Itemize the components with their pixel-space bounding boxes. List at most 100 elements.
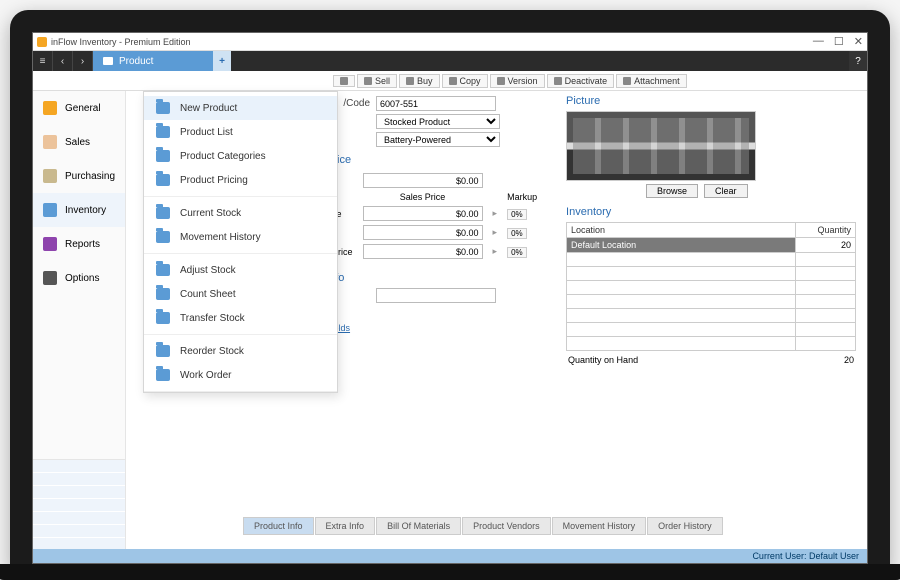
- arrow-icon: ▸: [489, 224, 502, 241]
- tab-bom[interactable]: Bill Of Materials: [376, 517, 461, 535]
- sales-icon: [43, 135, 57, 149]
- markup-value-3[interactable]: 0%: [507, 247, 527, 258]
- attachment-button[interactable]: Attachment: [616, 74, 687, 88]
- inventory-table: Location Quantity Default Location 20: [566, 222, 856, 351]
- table-row[interactable]: [567, 253, 856, 267]
- tab-product-info[interactable]: Product Info: [243, 517, 314, 535]
- category-select[interactable]: Battery-Powered: [376, 132, 500, 147]
- folder-icon: [156, 231, 170, 243]
- sidebar-item-sales[interactable]: Sales: [33, 125, 125, 159]
- buy-button[interactable]: Buy: [399, 74, 440, 88]
- submenu-transfer-stock[interactable]: Transfer Stock: [144, 306, 337, 330]
- maximize-button[interactable]: ☐: [834, 35, 844, 48]
- submenu-count-sheet[interactable]: Count Sheet: [144, 282, 337, 306]
- submenu-movement-history[interactable]: Movement History: [144, 225, 337, 249]
- save-icon: [340, 77, 348, 85]
- deactivate-button[interactable]: Deactivate: [547, 74, 615, 88]
- close-button[interactable]: ✕: [854, 35, 863, 48]
- qoh-value: 20: [844, 355, 854, 365]
- info-input[interactable]: [376, 288, 496, 303]
- tab-label: Product: [119, 56, 153, 67]
- folder-icon: [156, 288, 170, 300]
- purchasing-icon: [43, 169, 57, 183]
- clear-button[interactable]: Clear: [704, 184, 748, 198]
- sidebar-item-options[interactable]: Options: [33, 261, 125, 295]
- sidebar-item-general[interactable]: General: [33, 91, 125, 125]
- submenu-product-categories[interactable]: Product Categories: [144, 144, 337, 168]
- tab-product[interactable]: Product: [93, 51, 213, 71]
- submenu-work-order[interactable]: Work Order: [144, 363, 337, 387]
- markup-value-2[interactable]: 0%: [507, 228, 527, 239]
- nav-forward-button[interactable]: ›: [73, 51, 93, 71]
- copy-icon: [449, 77, 457, 85]
- sidebar-item-reports[interactable]: Reports: [33, 227, 125, 261]
- table-row[interactable]: [567, 337, 856, 351]
- cell-location[interactable]: Default Location: [567, 238, 796, 253]
- tab-movement-history[interactable]: Movement History: [552, 517, 647, 535]
- table-row[interactable]: [567, 281, 856, 295]
- submenu-product-list[interactable]: Product List: [144, 120, 337, 144]
- sales-price-header: Sales Price: [359, 191, 487, 203]
- price-input-3[interactable]: [363, 244, 483, 259]
- tab-order-history[interactable]: Order History: [647, 517, 723, 535]
- price-section-header: Price: [326, 154, 556, 166]
- folder-icon: [156, 126, 170, 138]
- col-quantity[interactable]: Quantity: [796, 223, 856, 238]
- arrow-icon: ▸: [489, 205, 502, 222]
- table-row[interactable]: [567, 309, 856, 323]
- folder-icon: [156, 369, 170, 381]
- save-button[interactable]: [333, 75, 355, 87]
- version-button[interactable]: Version: [490, 74, 545, 88]
- tab-extra-info[interactable]: Extra Info: [315, 517, 376, 535]
- folder-icon: [156, 264, 170, 276]
- cell-quantity[interactable]: 20: [796, 238, 856, 253]
- markup-header: Markup: [503, 191, 541, 203]
- buy-icon: [406, 77, 414, 85]
- action-toolbar: Sell Buy Copy Version Deactivate Attachm…: [33, 71, 867, 91]
- browse-button[interactable]: Browse: [646, 184, 698, 198]
- tab-strip: ≡ ‹ › Product + ?: [33, 51, 867, 71]
- cost-input[interactable]: [363, 173, 483, 188]
- code-input[interactable]: [376, 96, 496, 111]
- qoh-label: Quantity on Hand: [568, 355, 638, 365]
- folder-icon: [156, 345, 170, 357]
- folder-icon: [156, 102, 170, 114]
- submenu-adjust-stock[interactable]: Adjust Stock: [144, 258, 337, 282]
- minimize-button[interactable]: —: [813, 35, 824, 48]
- col-location[interactable]: Location: [567, 223, 796, 238]
- detail-tabs: Product Info Extra Info Bill Of Material…: [243, 517, 855, 535]
- options-icon: [43, 271, 57, 285]
- submenu-reorder-stock[interactable]: Reorder Stock: [144, 339, 337, 363]
- price-input-1[interactable]: [363, 206, 483, 221]
- picture-section-header: Picture: [566, 95, 856, 107]
- table-row[interactable]: [567, 323, 856, 337]
- status-user-label: Current User:: [752, 551, 806, 561]
- price-input-2[interactable]: [363, 225, 483, 240]
- general-icon: [43, 101, 57, 115]
- sidebar-item-purchasing[interactable]: Purchasing: [33, 159, 125, 193]
- table-row[interactable]: [567, 295, 856, 309]
- submenu-current-stock[interactable]: Current Stock: [144, 201, 337, 225]
- table-row[interactable]: Default Location 20: [567, 238, 856, 253]
- copy-button[interactable]: Copy: [442, 74, 488, 88]
- sell-button[interactable]: Sell: [357, 74, 397, 88]
- inventory-icon: [43, 203, 57, 217]
- nav-back-button[interactable]: ‹: [53, 51, 73, 71]
- type-select[interactable]: Stocked Product: [376, 114, 500, 129]
- inventory-submenu: New Product Product List Product Categor…: [143, 91, 338, 393]
- window-titlebar: inFlow Inventory - Premium Edition — ☐ ✕: [33, 33, 867, 51]
- help-button[interactable]: ?: [849, 51, 867, 71]
- folder-icon: [156, 312, 170, 324]
- tab-product-vendors[interactable]: Product Vendors: [462, 517, 551, 535]
- new-tab-button[interactable]: +: [213, 51, 231, 71]
- markup-value-1[interactable]: 0%: [507, 209, 527, 220]
- info-section-header: Info: [326, 272, 556, 284]
- window-title: inFlow Inventory - Premium Edition: [51, 37, 191, 47]
- main-menu-button[interactable]: ≡: [33, 51, 53, 71]
- sidebar-item-inventory[interactable]: Inventory: [33, 193, 125, 227]
- submenu-product-pricing[interactable]: Product Pricing: [144, 168, 337, 192]
- table-row[interactable]: [567, 267, 856, 281]
- reports-icon: [43, 237, 57, 251]
- product-picture[interactable]: [566, 111, 756, 181]
- submenu-new-product[interactable]: New Product: [144, 96, 337, 120]
